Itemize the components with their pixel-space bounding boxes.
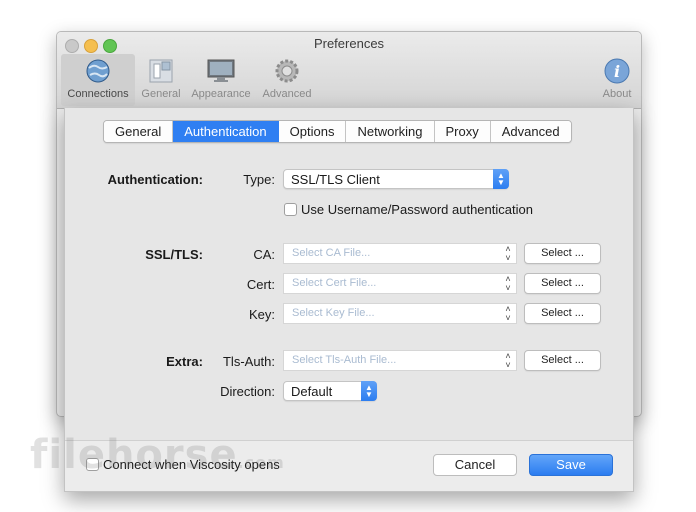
globe-network-icon (86, 59, 110, 83)
tab-advanced[interactable]: Advanced (490, 121, 571, 142)
chevron-updown-icon: ˄ ˅ (505, 244, 511, 263)
svg-text:i: i (614, 62, 620, 81)
ca-label: CA: (253, 247, 275, 262)
toolbar-general[interactable]: General (137, 54, 185, 106)
select-ca-button[interactable]: Select ... (524, 243, 601, 264)
tls-auth-file-placeholder: Select Tls-Auth File... (292, 354, 397, 366)
toolbar-connections[interactable]: Connections (61, 54, 135, 106)
cert-file-field[interactable]: Select Cert File... ˄ ˅ (283, 273, 517, 294)
toolbar-about[interactable]: i About (595, 54, 639, 106)
toolbar-about-label: About (602, 88, 632, 100)
type-popup-value: SSL/TLS Client (291, 172, 380, 187)
key-file-placeholder: Select Key File... (292, 307, 375, 319)
toolbar-advanced[interactable]: Advanced (257, 54, 317, 106)
monitor-icon (207, 59, 235, 82)
key-file-field[interactable]: Select Key File... ˄ ˅ (283, 303, 517, 324)
watermark-text: filehorse (30, 432, 238, 478)
tab-general[interactable]: General (104, 121, 174, 142)
select-cert-button[interactable]: Select ... (524, 273, 601, 294)
cert-file-placeholder: Select Cert File... (292, 277, 377, 289)
gear-icon (275, 59, 299, 83)
tab-authentication[interactable]: Authentication (173, 121, 279, 142)
toolbar-appearance-label: Appearance (191, 88, 251, 100)
extra-section-label: Extra: (166, 354, 203, 369)
chevron-updown-icon: ˄ ˅ (505, 304, 511, 323)
authentication-section-label: Authentication: (107, 172, 203, 187)
select-key-button[interactable]: Select ... (524, 303, 601, 324)
popup-arrows-icon: ▲ ▼ (493, 169, 509, 189)
save-button[interactable]: Save (529, 454, 613, 476)
toolbar-appearance[interactable]: Appearance (185, 54, 257, 106)
direction-popup-value: Default (291, 384, 333, 399)
type-label: Type: (243, 172, 275, 187)
ca-file-placeholder: Select CA File... (292, 247, 371, 259)
direction-popup[interactable]: Default ▲ ▼ (283, 381, 377, 401)
tls-auth-label: Tls-Auth: (222, 354, 275, 369)
cert-label: Cert: (246, 277, 275, 292)
window-titlebar: Preferences Connections General Appearan… (57, 32, 641, 109)
tab-options[interactable]: Options (278, 121, 347, 142)
toolbar-connections-label: Connections (67, 88, 129, 100)
settings-panel: General Authentication Options Networkin… (65, 108, 633, 441)
light-switch-icon (149, 59, 173, 83)
type-popup[interactable]: SSL/TLS Client ▲ ▼ (283, 169, 509, 189)
chevron-updown-icon: ˄ ˅ (505, 351, 511, 370)
ssl-tls-section-label: SSL/TLS: (145, 247, 203, 262)
key-label: Key: (248, 307, 275, 322)
username-password-checkbox[interactable] (284, 203, 297, 216)
tab-networking[interactable]: Networking (346, 121, 435, 142)
tab-proxy[interactable]: Proxy (434, 121, 491, 142)
popup-arrows-icon: ▲ ▼ (361, 381, 377, 401)
ca-file-field[interactable]: Select CA File... ˄ ˅ (283, 243, 517, 264)
toolbar-general-label: General (141, 88, 181, 100)
cancel-button[interactable]: Cancel (433, 454, 517, 476)
toolbar-advanced-label: Advanced (262, 88, 312, 100)
filehorse-watermark: filehorse.com (30, 432, 285, 478)
username-password-label: Use Username/Password authentication (301, 202, 533, 217)
tls-auth-file-field[interactable]: Select Tls-Auth File... ˄ ˅ (283, 350, 517, 371)
direction-label: Direction: (220, 384, 275, 399)
info-icon: i (604, 58, 630, 84)
window-title: Preferences (313, 36, 385, 51)
select-tls-auth-button[interactable]: Select ... (524, 350, 601, 371)
chevron-updown-icon: ˄ ˅ (505, 274, 511, 293)
watermark-suffix: .com (237, 453, 285, 472)
tab-bar: General Authentication Options Networkin… (103, 120, 572, 143)
